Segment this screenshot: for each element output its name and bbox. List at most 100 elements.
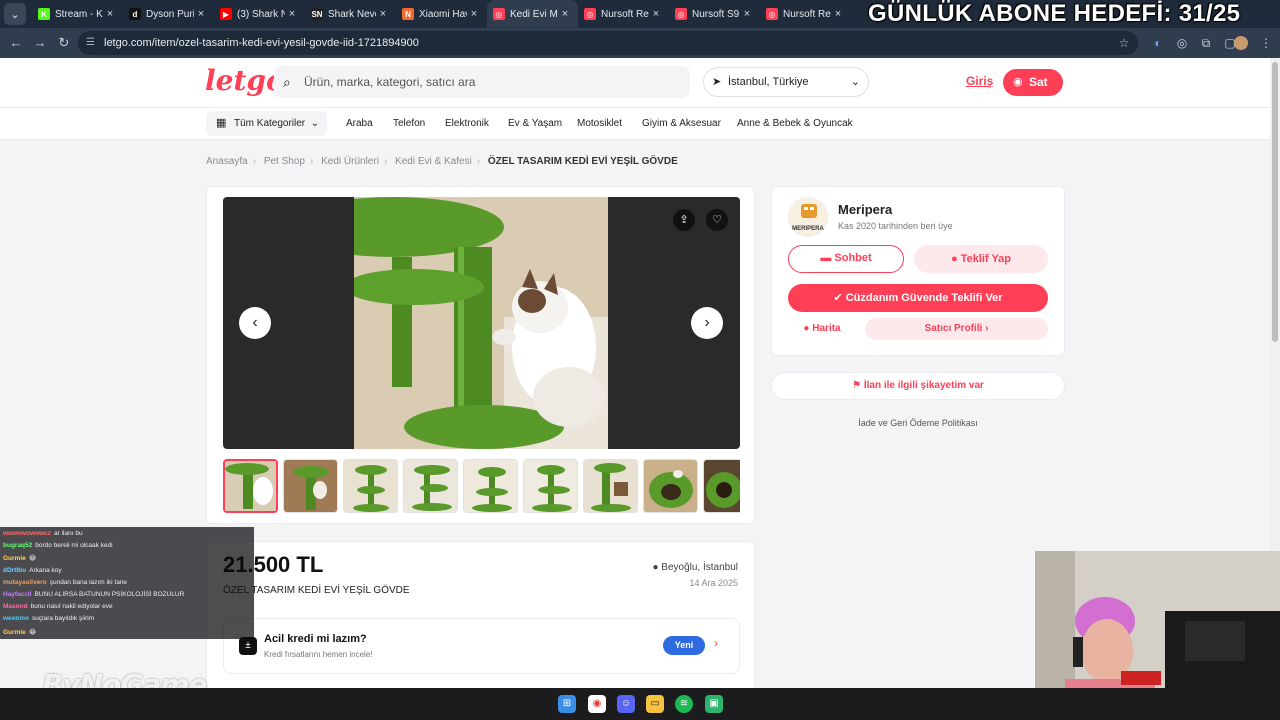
tab-close-icon[interactable]: × bbox=[740, 8, 754, 20]
chat-button[interactable]: ▬ Sohbet bbox=[788, 245, 904, 273]
chat-username: Masond bbox=[3, 603, 28, 611]
chat-username: Gurmie bbox=[3, 555, 26, 563]
tab-search-chevron-icon[interactable]: ⌄ bbox=[4, 3, 26, 25]
new-badge: Yeni bbox=[663, 636, 705, 655]
tab-favicon-icon: N bbox=[402, 8, 414, 20]
login-link[interactable]: Giriş bbox=[966, 74, 993, 88]
refund-policy-link[interactable]: İade ve Geri Ödeme Politikası bbox=[771, 418, 1065, 428]
app-icon[interactable]: ▣ bbox=[705, 695, 723, 713]
thumbnail-2[interactable] bbox=[283, 459, 338, 513]
extensions-puzzle-icon[interactable]: ⧉ bbox=[1198, 35, 1214, 51]
category-link-giyim[interactable]: Giyim & Aksesuar bbox=[642, 118, 721, 129]
extension-translate-icon[interactable]: ◐ bbox=[1150, 35, 1166, 51]
tab-close-icon[interactable]: × bbox=[194, 8, 208, 20]
sell-button[interactable]: ◉ Sat bbox=[1003, 69, 1063, 96]
browser-tab[interactable]: ◎ Nursoft S9 × bbox=[669, 0, 760, 28]
image-gallery-card: ‹ › ⇪ ♡ bbox=[206, 186, 755, 524]
thumbnail-9[interactable] bbox=[703, 459, 740, 513]
report-listing-button[interactable]: ⚑ İlan ile ilgili şikayetim var bbox=[771, 372, 1065, 400]
credit-banner[interactable]: ± Acil kredi mi lazım? Kredi fırsatların… bbox=[223, 618, 740, 674]
category-link-ev-yasam[interactable]: Ev & Yaşam bbox=[508, 118, 562, 129]
chat-message: Gurmie 😂 bbox=[3, 628, 36, 636]
thumbnail-4[interactable] bbox=[403, 459, 458, 513]
tab-close-icon[interactable]: × bbox=[649, 8, 663, 20]
category-link-motosiklet[interactable]: Motosiklet bbox=[577, 118, 622, 129]
report-label: İlan ile ilgili şikayetim var bbox=[863, 380, 984, 391]
breadcrumb-home[interactable]: Anasayfa bbox=[206, 156, 248, 167]
category-link-elektronik[interactable]: Elektronik bbox=[445, 118, 489, 129]
offer-label: Teklif Yap bbox=[960, 253, 1012, 265]
letgo-logo[interactable]: letgo bbox=[205, 64, 285, 97]
make-offer-button[interactable]: ● Teklif Yap bbox=[914, 245, 1048, 273]
chevron-right-icon: › bbox=[982, 323, 989, 334]
seller-avatar[interactable]: MERIPERA bbox=[788, 197, 828, 237]
chrome-icon[interactable]: ◉ bbox=[588, 695, 606, 713]
profile-avatar[interactable] bbox=[1234, 36, 1248, 50]
next-image-button[interactable]: › bbox=[691, 307, 723, 339]
browser-tab[interactable]: ▶ (3) Shark Never× bbox=[214, 0, 305, 28]
bookmark-star-icon[interactable]: ☆ bbox=[1116, 35, 1132, 51]
browser-menu-icon[interactable]: ⋮ bbox=[1258, 35, 1274, 51]
tab-favicon-icon: ◎ bbox=[766, 8, 778, 20]
search-input[interactable]: ⌕ Ürün, marka, kategori, satıcı ara bbox=[274, 66, 690, 98]
chat-username: wowowowowcz bbox=[3, 530, 52, 537]
back-icon[interactable]: ← bbox=[8, 35, 24, 51]
chat-text: şundan bana lazım iki tane bbox=[49, 578, 128, 586]
breadcrumb-cat-houses[interactable]: Kedi Evi & Kafesi bbox=[395, 156, 472, 167]
tab-close-icon[interactable]: × bbox=[467, 8, 481, 20]
thumbnail-7[interactable] bbox=[583, 459, 638, 513]
windows-start-icon[interactable]: ⊞ bbox=[558, 695, 576, 713]
thumbnail-1[interactable] bbox=[223, 459, 278, 513]
browser-tab[interactable]: ◎ Nursoft Rezi× bbox=[760, 0, 851, 28]
previous-image-button[interactable]: ‹ bbox=[239, 307, 271, 339]
tab-title: (3) Shark Never bbox=[237, 8, 285, 20]
seller-name[interactable]: Meripera bbox=[838, 202, 892, 217]
tab-close-icon[interactable]: × bbox=[103, 8, 117, 20]
site-info-icon[interactable]: ☰ bbox=[86, 31, 95, 55]
browser-tab[interactable]: N Xiaomi Hava× bbox=[396, 0, 487, 28]
reload-icon[interactable]: ↻ bbox=[56, 35, 72, 51]
breadcrumb-cat-products[interactable]: Kedi Ürünleri bbox=[321, 156, 379, 167]
tab-close-icon[interactable]: × bbox=[831, 8, 845, 20]
chat-username: mutayasilvero bbox=[3, 578, 47, 586]
address-bar[interactable]: ☰ letgo.com/item/ozel-tasarim-kedi-evi-y… bbox=[78, 31, 1138, 55]
forward-icon[interactable]: → bbox=[32, 35, 48, 51]
browser-tab[interactable]: d Dyson Purifier× bbox=[123, 0, 214, 28]
tab-close-icon[interactable]: × bbox=[285, 8, 299, 20]
image-viewer[interactable]: ‹ › ⇪ ♡ bbox=[223, 197, 740, 449]
tab-title: Nursoft Rezi bbox=[783, 8, 831, 20]
search-icon: ⌕ bbox=[283, 74, 291, 90]
chat-username: Gurmie bbox=[3, 628, 26, 636]
location-pin-icon: ● bbox=[652, 562, 662, 573]
browser-tab[interactable]: SN Shark Never× bbox=[305, 0, 396, 28]
tab-close-icon[interactable]: × bbox=[558, 8, 572, 20]
file-explorer-icon[interactable]: ▭ bbox=[646, 695, 664, 713]
category-link-araba[interactable]: Araba bbox=[346, 118, 373, 129]
spotify-icon[interactable]: ≋ bbox=[675, 695, 693, 713]
map-button[interactable]: ● Harita bbox=[788, 318, 856, 340]
browser-tab[interactable]: ◎ Nursoft Rezi× bbox=[578, 0, 669, 28]
all-categories-button[interactable]: ▦ Tüm Kategoriler ⌄ bbox=[206, 111, 327, 136]
secure-offer-label: Cüzdanım Güvende Teklifi Ver bbox=[845, 292, 1003, 304]
discord-icon[interactable]: ☺ bbox=[617, 695, 635, 713]
thumbnail-8[interactable] bbox=[643, 459, 698, 513]
tab-close-icon[interactable]: × bbox=[376, 8, 390, 20]
extension-icon[interactable]: ◎ bbox=[1174, 35, 1190, 51]
favorite-heart-icon[interactable]: ♡ bbox=[706, 209, 728, 231]
tab-title: Nursoft Rezi bbox=[601, 8, 649, 20]
location-selector[interactable]: ➤ İstanbul, Türkiye ⌄ bbox=[703, 67, 869, 97]
thumbnail-6[interactable] bbox=[523, 459, 578, 513]
category-link-telefon[interactable]: Telefon bbox=[393, 118, 425, 129]
scrollbar-thumb[interactable] bbox=[1272, 62, 1278, 342]
browser-tab[interactable]: K Stream - Kick× bbox=[32, 0, 123, 28]
breadcrumb: Anasayfa › Pet Shop › Kedi Ürünleri › Kedi … bbox=[206, 156, 678, 167]
browser-tab[interactable]: ◎ Kedi Evi Mo× bbox=[487, 0, 578, 28]
secure-offer-button[interactable]: ✔ Cüzdanım Güvende Teklifi Ver bbox=[788, 284, 1048, 312]
category-link-anne-bebek[interactable]: Anne & Bebek & Oyuncak bbox=[737, 118, 853, 129]
breadcrumb-pet-shop[interactable]: Pet Shop bbox=[264, 156, 305, 167]
thumbnail-5[interactable] bbox=[463, 459, 518, 513]
thumbnail-3[interactable] bbox=[343, 459, 398, 513]
seller-profile-button[interactable]: Satıcı Profili › bbox=[865, 318, 1048, 340]
share-icon[interactable]: ⇪ bbox=[673, 209, 695, 231]
sell-label: Sat bbox=[1029, 75, 1048, 89]
